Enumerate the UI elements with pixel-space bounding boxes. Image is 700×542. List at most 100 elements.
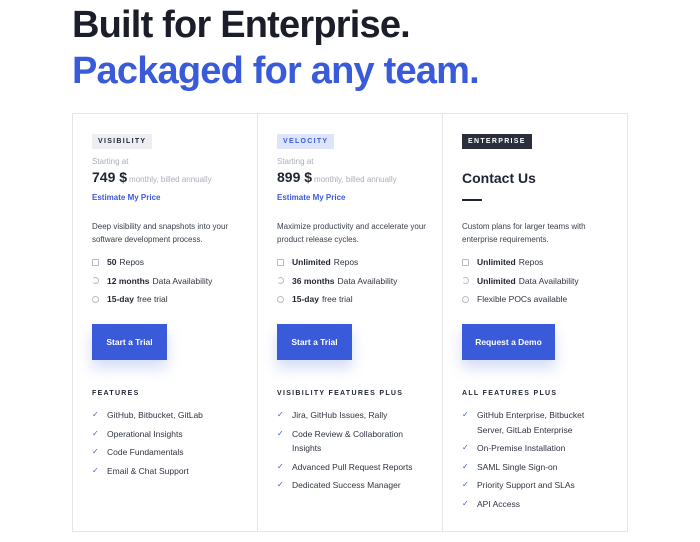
plan-description: Maximize productivity and accelerate you…: [277, 222, 426, 244]
check-icon: ✓: [277, 480, 284, 489]
starting-at-label: Starting at: [92, 157, 129, 166]
contact-us-title: Contact Us: [462, 170, 536, 186]
spec-data-availability: 36 months Data Availability: [277, 276, 397, 286]
feature-list: ✓ GitHub Enterprise, Bitbucket Server, Gi…: [462, 408, 612, 515]
spec-data-availability: 12 months Data Availability: [92, 276, 212, 286]
check-icon: ✓: [92, 447, 99, 456]
repo-icon: [277, 258, 284, 266]
spec-text: free trial: [321, 294, 353, 304]
check-icon: ✓: [462, 461, 469, 471]
feature-item: ✓ API Access: [462, 497, 612, 512]
spec-text: Data Availability: [518, 275, 579, 286]
spec-strong: 36 months: [292, 275, 335, 286]
feature-text: Priority Support and SLAs: [477, 480, 575, 490]
spec-poc: Flexible POCs available: [462, 294, 579, 304]
price-value: 899 $: [277, 169, 313, 185]
spec-strong: Unlimited: [477, 257, 516, 267]
feature-text: Dedicated Success Manager: [292, 480, 401, 490]
spec-strong: 15-day: [292, 294, 319, 304]
spec-text: Data Availability: [337, 275, 398, 286]
feature-item: ✓ Dedicated Success Manager: [277, 478, 427, 493]
hero-headline: Built for Enterprise. Packaged for any t…: [72, 6, 480, 92]
history-icon: [92, 277, 99, 284]
start-trial-button[interactable]: Start a Trial: [92, 324, 167, 360]
plan-card-visibility: VISIBILITY Starting at 749 $ monthly, bil…: [73, 114, 258, 531]
spec-strong: 12 months: [107, 275, 150, 286]
spec-strong: 50: [107, 257, 117, 267]
check-icon: ✓: [92, 410, 99, 419]
feature-item: ✓ GitHub, Bitbucket, GitLab: [92, 408, 242, 423]
feature-text: SAML Single Sign-on: [477, 461, 558, 472]
feature-list: ✓ Jira, GitHub Issues, Rally ✓ Code Review…: [277, 408, 427, 497]
plan-card-velocity: VELOCITY Starting at 899 $ monthly, bille…: [258, 114, 443, 531]
spec-strong: Unlimited: [477, 275, 516, 286]
plan-specs: 50 Repos 12 months Data Availability 15-da…: [92, 257, 212, 313]
headline-line-2: Packaged for any team.: [72, 50, 480, 92]
feature-list: ✓ GitHub, Bitbucket, GitLab ✓ Operational …: [92, 408, 242, 482]
estimate-price-link[interactable]: Estimate My Price: [277, 193, 345, 202]
price-period: monthly, billed annually: [129, 175, 212, 184]
feature-text: Code Review & Collaboration Insights: [292, 428, 404, 454]
title-divider: [462, 199, 482, 201]
spec-data-availability: Unlimited Data Availability: [462, 276, 579, 286]
spec-repos: Unlimited Repos: [277, 257, 397, 267]
spec-text: Data Availability: [152, 275, 213, 286]
check-icon: ✓: [462, 410, 469, 419]
clock-icon: [92, 295, 99, 303]
check-icon: ✓: [277, 410, 284, 419]
spec-text: Repos: [333, 257, 359, 267]
features-title: VISIBILITY FEATURES PLUS: [277, 390, 404, 397]
spec-strong: 15-day: [107, 294, 134, 304]
feature-item: ✓ On-Premise Installation: [462, 441, 612, 456]
history-icon: [462, 277, 469, 284]
feature-item: ✓ Advanced Pull Request Reports: [277, 460, 427, 475]
feature-item: ✓ Operational Insights: [92, 427, 242, 442]
price-value: 749 $: [92, 169, 128, 185]
spec-text: Repos: [119, 257, 145, 267]
spec-trial: 15-day free trial: [277, 294, 397, 304]
feature-item: ✓ GitHub Enterprise, Bitbucket Server, Gi…: [462, 408, 612, 437]
check-icon: ✓: [92, 465, 99, 475]
feature-text: Operational Insights: [107, 428, 183, 439]
plan-specs: Unlimited Repos 36 months Data Availabilit…: [277, 257, 397, 313]
repo-icon: [92, 258, 99, 266]
clock-icon: [277, 295, 284, 303]
check-icon: ✓: [462, 480, 469, 489]
price-period: monthly, billed annually: [314, 175, 397, 184]
feature-text: Email & Chat Support: [107, 465, 189, 476]
feature-text: GitHub, Bitbucket, GitLab: [107, 410, 203, 420]
feature-item: ✓ Email & Chat Support: [92, 464, 242, 479]
feature-text: GitHub Enterprise, Bitbucket Server, Git…: [477, 410, 585, 435]
plan-description: Custom plans for larger teams with enter…: [462, 222, 586, 244]
check-icon: ✓: [92, 428, 99, 438]
check-icon: ✓: [462, 443, 469, 452]
spec-text: Repos: [518, 257, 544, 267]
plan-price: 749 $ monthly, billed annually: [92, 169, 212, 185]
plan-badge: VISIBILITY: [92, 134, 153, 149]
feature-text: Advanced Pull Request Reports: [292, 461, 413, 472]
feature-item: ✓ Jira, GitHub Issues, Rally: [277, 408, 427, 423]
feature-item: ✓ Code Fundamentals: [92, 445, 242, 460]
feature-text: On-Premise Installation: [477, 443, 566, 453]
request-demo-button[interactable]: Request a Demo: [462, 324, 555, 360]
feature-item: ✓ Priority Support and SLAs: [462, 478, 612, 493]
plan-badge: ENTERPRISE: [462, 134, 532, 149]
pricing-table: VISIBILITY Starting at 749 $ monthly, bil…: [72, 113, 628, 532]
plan-card-enterprise: ENTERPRISE Contact Us Custom plans for l…: [443, 114, 627, 531]
estimate-price-link[interactable]: Estimate My Price: [92, 193, 160, 202]
plan-description: Deep visibility and snapshots into your …: [92, 222, 229, 244]
spec-text: free trial: [136, 294, 168, 304]
plan-price: 899 $ monthly, billed annually: [277, 169, 397, 185]
check-icon: ✓: [277, 461, 284, 471]
features-title: FEATURES: [92, 390, 140, 397]
features-title: ALL FEATURES PLUS: [462, 390, 558, 397]
check-icon: ✓: [462, 498, 469, 508]
spec-strong: Unlimited: [292, 257, 331, 267]
repo-icon: [462, 258, 469, 266]
spec-repos: 50 Repos: [92, 257, 212, 267]
starting-at-label: Starting at: [277, 157, 314, 166]
feature-item: ✓ Code Review & Collaboration Insights: [277, 427, 427, 456]
spec-text: Flexible POCs available: [477, 294, 568, 304]
feature-item: ✓ SAML Single Sign-on: [462, 460, 612, 475]
start-trial-button[interactable]: Start a Trial: [277, 324, 352, 360]
